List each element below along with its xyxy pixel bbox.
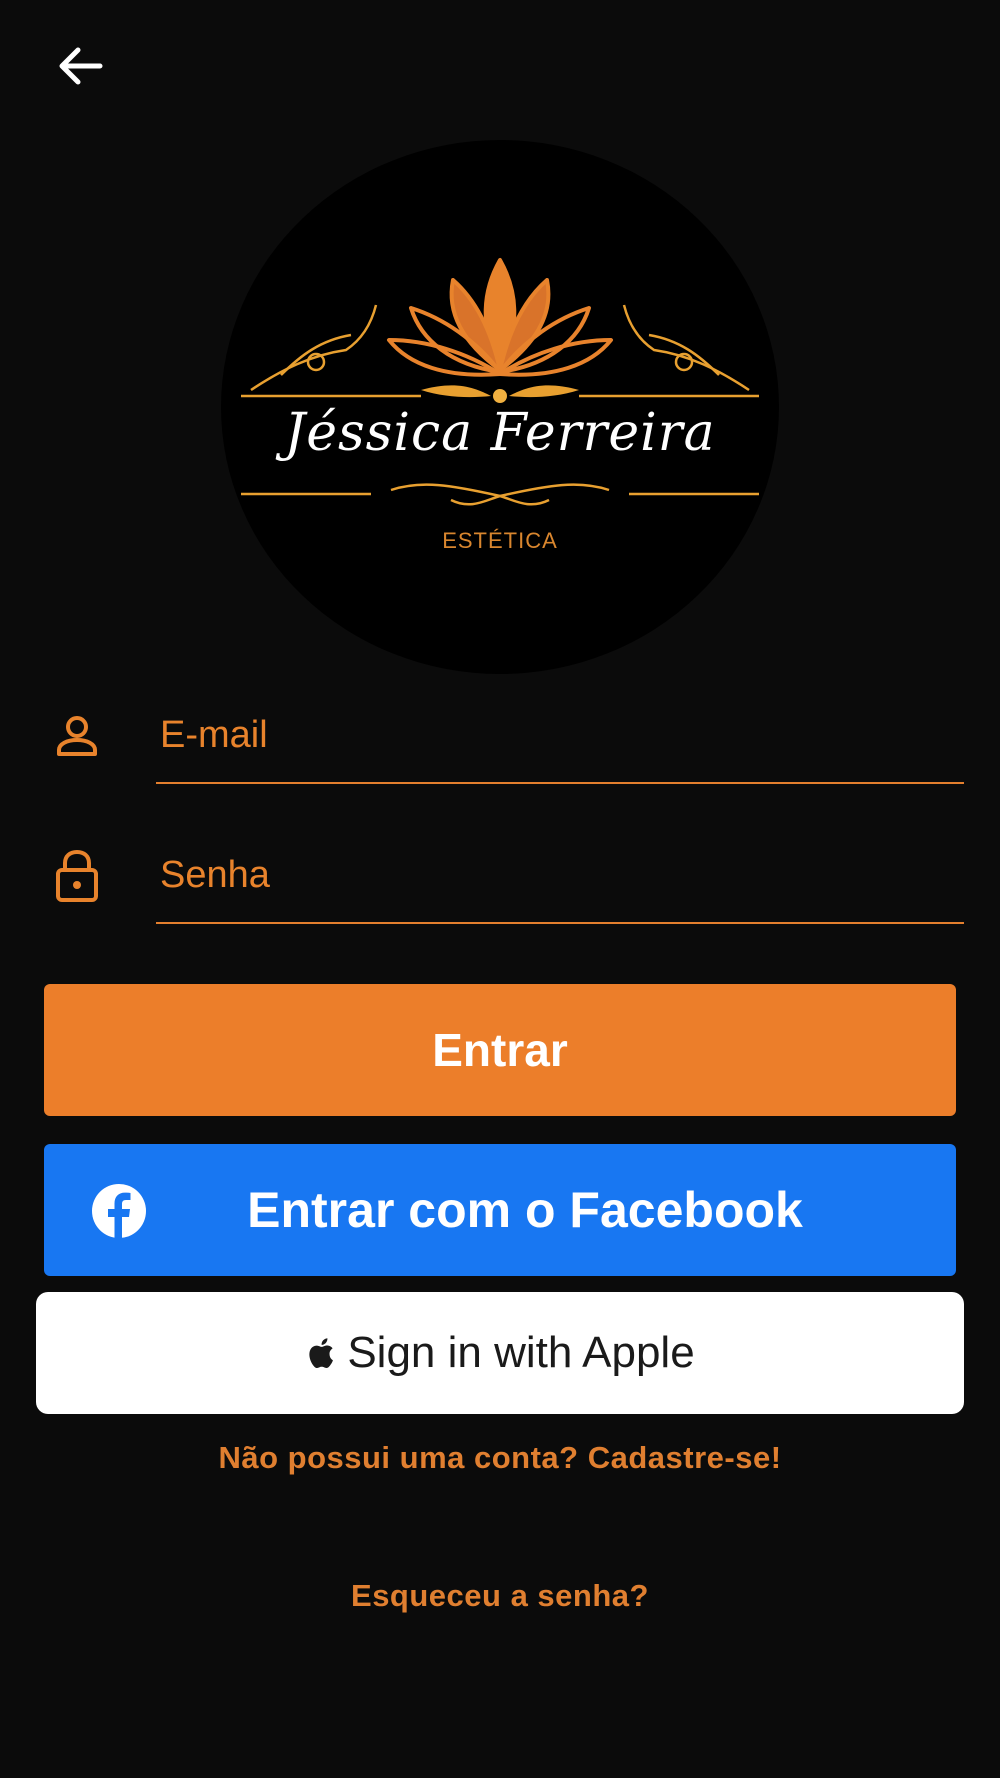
apple-signin-button[interactable]: Sign in with Apple: [36, 1292, 964, 1414]
password-field-row: [44, 828, 964, 924]
lock-icon: [52, 846, 102, 906]
forgot-password-link[interactable]: Esqueceu a senha?: [0, 1578, 1000, 1614]
signup-link[interactable]: Não possui uma conta? Cadastre-se!: [0, 1440, 1000, 1476]
facebook-login-button[interactable]: Entrar com o Facebook: [44, 1144, 956, 1276]
logo-name: Jéssica Ferreira: [284, 403, 716, 463]
apple-button-label: Sign in with Apple: [347, 1328, 695, 1377]
email-field-row: [44, 688, 964, 784]
person-icon: [52, 706, 102, 766]
email-field[interactable]: [156, 688, 964, 784]
brand-logo: Jéssica Ferreira ESTÉTICA: [221, 140, 779, 674]
facebook-button-label: Entrar com o Facebook: [247, 1182, 803, 1238]
password-field[interactable]: [156, 828, 964, 924]
facebook-icon: [92, 1184, 146, 1238]
arrow-left-icon: [59, 47, 103, 85]
login-button-label: Entrar: [432, 1024, 568, 1076]
back-button[interactable]: [50, 40, 110, 92]
login-button[interactable]: Entrar: [44, 984, 956, 1116]
apple-icon: [309, 1338, 334, 1368]
logo-subtitle: ESTÉTICA: [442, 528, 558, 553]
